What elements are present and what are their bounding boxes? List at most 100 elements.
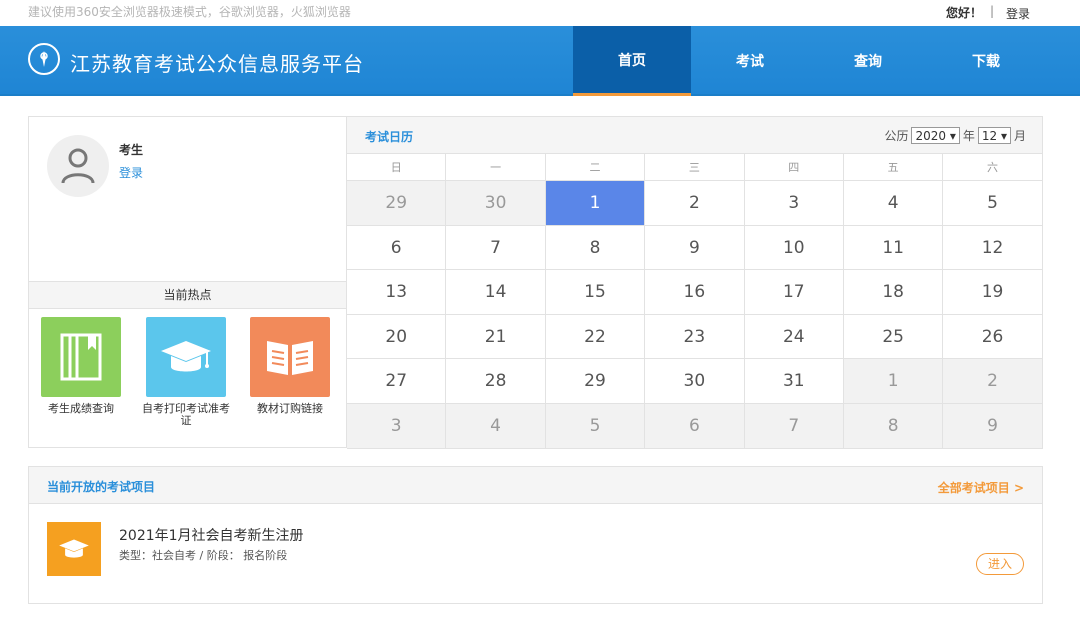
calendar-day[interactable]: 2 — [645, 181, 745, 226]
week-row: 27 28 29 30 31 1 2 — [347, 359, 1043, 404]
calendar-day[interactable]: 9 — [645, 225, 745, 271]
greeting: 您好！ — [946, 6, 983, 20]
calendar-day[interactable]: 8 — [545, 225, 646, 271]
score-query-tile[interactable] — [41, 317, 121, 397]
week-row: 3 4 5 6 7 8 9 — [347, 403, 1043, 449]
textbook-order-tile[interactable] — [250, 317, 330, 397]
calendar-day[interactable]: 3 — [744, 181, 844, 226]
logo-icon[interactable] — [28, 43, 60, 75]
weekday-sat: 六 — [943, 154, 1043, 181]
calendar-day[interactable]: 6 — [347, 225, 447, 271]
calendar-day[interactable]: 13 — [347, 270, 447, 315]
chevron-down-icon: ▾ — [946, 128, 956, 143]
graduation-cap-icon — [59, 539, 89, 558]
calendar-day[interactable]: 31 — [744, 359, 844, 404]
year-unit: 年 — [962, 129, 975, 143]
calendar-day[interactable]: 30 — [645, 359, 745, 404]
calendar-day[interactable]: 7 — [446, 225, 546, 271]
calendar-day[interactable]: 18 — [843, 270, 944, 315]
calendar-day[interactable]: 19 — [943, 270, 1043, 315]
main-nav: 首页 考试 查询 下载 — [573, 26, 1045, 96]
calendar-day[interactable]: 29 — [545, 359, 646, 404]
all-exams-link[interactable]: 全部考试项目 > — [938, 479, 1024, 496]
browser-notice-bar: 建议使用360安全浏览器极速模式，谷歌浏览器，火狐浏览器 您好！ | 登录 — [0, 0, 1080, 26]
weekday-mon: 一 — [446, 154, 546, 181]
nav-query[interactable]: 查询 — [809, 26, 927, 96]
browser-tip: 建议使用360安全浏览器极速模式，谷歌浏览器，火狐浏览器 — [28, 5, 351, 19]
week-row: 20 21 22 23 24 25 26 — [347, 314, 1043, 360]
user-label: 考生 — [119, 143, 144, 157]
calendar-day[interactable]: 6 — [645, 403, 745, 449]
nav-home[interactable]: 首页 — [573, 26, 691, 96]
textbook-order-label[interactable]: 教材订购链接 — [250, 403, 330, 415]
exam-item-name[interactable]: 2021年1月社会自考新生注册 — [119, 525, 304, 545]
calendar-day[interactable]: 4 — [446, 403, 546, 449]
calendar-day[interactable]: 4 — [843, 181, 944, 226]
calendar-day[interactable]: 7 — [744, 403, 844, 449]
calendar-day[interactable]: 23 — [645, 314, 745, 360]
separator: | — [990, 4, 995, 18]
top-login-link[interactable]: 登录 — [1006, 5, 1030, 22]
score-query-label[interactable]: 考生成绩查询 — [41, 403, 121, 415]
calendar-day[interactable]: 5 — [545, 403, 646, 449]
calendar-day[interactable]: 14 — [446, 270, 546, 315]
calendar-header: 考试日历 公历 2020 ▾ 年 12 ▾ 月 — [347, 117, 1042, 154]
week-row: 29 30 1 2 3 4 5 — [347, 181, 1043, 226]
year-select[interactable]: 2020 ▾ — [911, 127, 960, 144]
admission-ticket-tile[interactable] — [146, 317, 226, 397]
hot-topics-title: 当前热点 — [29, 281, 346, 309]
calendar-day[interactable]: 24 — [744, 314, 844, 360]
month-select[interactable]: 12 ▾ — [977, 127, 1011, 144]
calendar-day[interactable]: 26 — [943, 314, 1043, 360]
enter-button[interactable]: 进入 — [976, 553, 1024, 575]
month-unit: 月 — [1013, 129, 1026, 143]
calendar-day[interactable]: 22 — [545, 314, 646, 360]
week-row: 6 7 8 9 10 11 12 — [347, 225, 1043, 271]
user-login-link[interactable]: 登录 — [119, 164, 143, 181]
calendar-day[interactable]: 20 — [347, 314, 447, 360]
weekday-fri: 五 — [843, 154, 944, 181]
open-exams-header: 当前开放的考试项目 全部考试项目 > — [29, 467, 1042, 504]
calendar-day[interactable]: 2 — [943, 359, 1043, 404]
calendar-day[interactable]: 29 — [347, 181, 447, 226]
weekday-row: 日 一 二 三 四 五 六 — [347, 154, 1043, 181]
weekday-tue: 二 — [545, 154, 646, 181]
calendar-day[interactable]: 15 — [545, 270, 646, 315]
week-row: 13 14 15 16 17 18 19 — [347, 270, 1043, 315]
site-title[interactable]: 江苏教育考试公众信息服务平台 — [70, 48, 364, 77]
calendar-day[interactable]: 21 — [446, 314, 546, 360]
calendar-day[interactable]: 17 — [744, 270, 844, 315]
chevron-down-icon: ▾ — [997, 128, 1007, 143]
year-value: 2020 — [915, 128, 946, 143]
calendar-day[interactable]: 5 — [943, 181, 1043, 226]
open-book-icon — [267, 341, 313, 375]
open-exams-panel: 当前开放的考试项目 全部考试项目 > 2021年1月社会自考新生注册 类型：社会… — [28, 466, 1043, 604]
calendar-day[interactable]: 11 — [843, 225, 944, 271]
calendar-day[interactable]: 30 — [446, 181, 546, 226]
nav-exam[interactable]: 考试 — [691, 26, 809, 96]
calendar-day[interactable]: 9 — [943, 403, 1043, 449]
calendar-day[interactable]: 8 — [843, 403, 944, 449]
calendar-type-label: 公历 — [884, 129, 909, 143]
open-exams-title: 当前开放的考试项目 — [47, 480, 156, 494]
calendar-title: 考试日历 — [365, 130, 414, 144]
calendar-day[interactable]: 12 — [943, 225, 1043, 271]
calendar-day[interactable]: 10 — [744, 225, 844, 271]
month-value: 12 — [981, 128, 998, 143]
calendar-day[interactable]: 16 — [645, 270, 745, 315]
user-icon — [61, 148, 95, 184]
calendar-grid: 日 一 二 三 四 五 六 29 30 1 2 3 4 5 6 7 8 9 10… — [347, 154, 1043, 449]
calendar-day-today[interactable]: 1 — [545, 181, 646, 226]
graduation-cap-icon — [161, 341, 211, 372]
calendar-day[interactable]: 28 — [446, 359, 546, 404]
book-icon — [60, 333, 102, 381]
admission-ticket-label[interactable]: 自考打印考试准考证 — [141, 403, 231, 427]
calendar-controls: 公历 2020 ▾ 年 12 ▾ 月 — [884, 127, 1026, 144]
calendar-day[interactable]: 25 — [843, 314, 944, 360]
calendar-day[interactable]: 27 — [347, 359, 447, 404]
calendar-day[interactable]: 1 — [843, 359, 944, 404]
user-panel: 考生 登录 当前热点 考生成绩查询 自考打印考试准考证 教材订购链接 — [28, 116, 347, 448]
calendar-day[interactable]: 3 — [347, 403, 447, 449]
weekday-wed: 三 — [645, 154, 745, 181]
nav-download[interactable]: 下载 — [927, 26, 1045, 96]
